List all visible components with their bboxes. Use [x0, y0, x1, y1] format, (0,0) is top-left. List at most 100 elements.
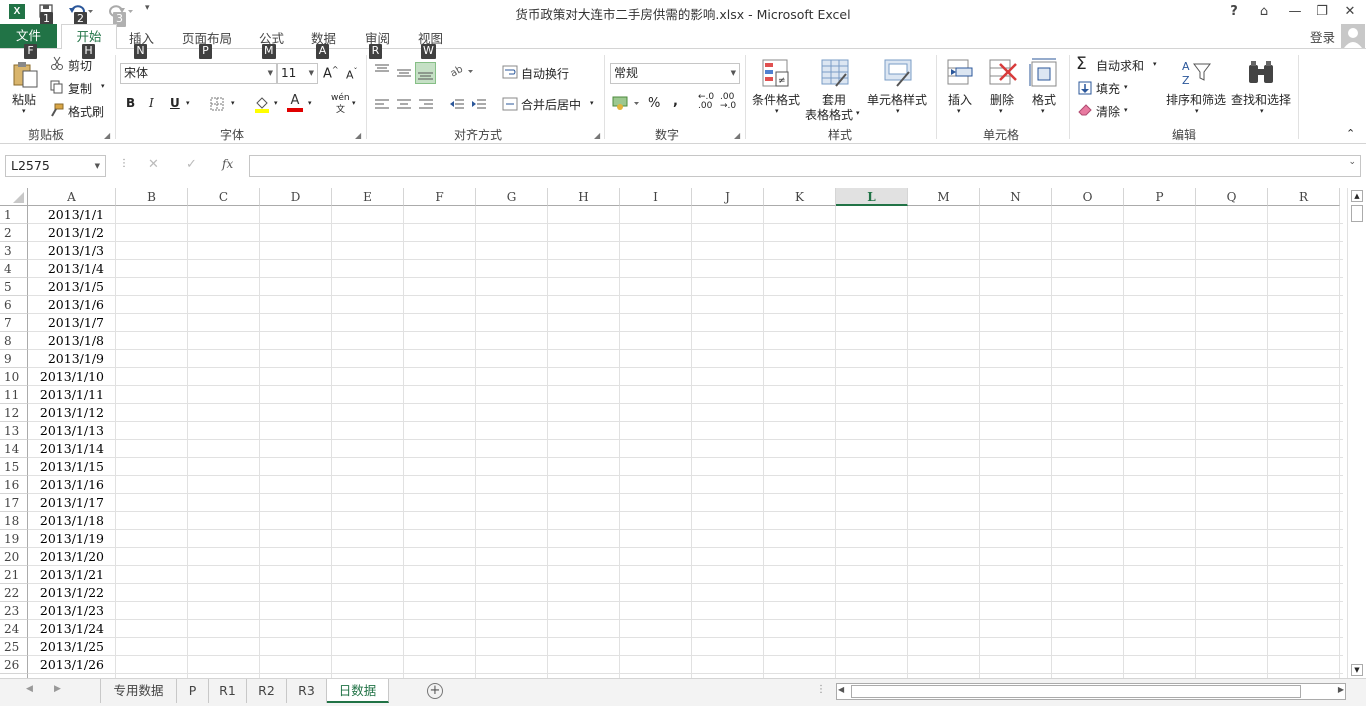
cell-a[interactable]: 2013/1/9 [28, 350, 116, 368]
row-header[interactable]: 7 [0, 314, 28, 332]
clipboard-launcher-icon[interactable]: ◢ [104, 131, 110, 140]
insert-cells-dropdown-icon[interactable]: ▾ [957, 107, 961, 115]
expand-formula-bar-icon[interactable]: ⌄ [1348, 157, 1356, 167]
cell-a[interactable]: 2013/1/26 [28, 656, 116, 674]
help-button[interactable]: ? [1220, 2, 1248, 22]
copy-dropdown-icon[interactable]: ▾ [101, 82, 105, 90]
format-as-table-dropdown-icon[interactable]: ▾ [856, 109, 860, 117]
customize-qat-icon[interactable]: ▾ [145, 3, 155, 21]
cut-button[interactable]: 剪切 [68, 57, 92, 74]
hscroll-thumb[interactable] [851, 685, 1301, 698]
cell-a[interactable]: 2013/1/22 [28, 584, 116, 602]
cell-a[interactable]: 2013/1/15 [28, 458, 116, 476]
cell-a[interactable]: 2013/1/5 [28, 278, 116, 296]
shrink-font-button[interactable]: Aˇ [346, 67, 358, 82]
sheet-tab[interactable]: 专用数据 [101, 679, 177, 703]
sheet-tab[interactable]: R2 [247, 679, 287, 703]
ribbon-display-button[interactable]: ⌂ [1250, 2, 1278, 22]
column-header-f[interactable]: F [404, 188, 476, 206]
accounting-format-icon[interactable] [612, 95, 642, 111]
formula-input[interactable]: ⌄ [249, 155, 1361, 177]
cell-a[interactable]: 2013/1/21 [28, 566, 116, 584]
row-header[interactable]: 14 [0, 440, 28, 458]
underline-dropdown-icon[interactable]: ▾ [186, 99, 190, 107]
orientation-icon[interactable]: ab [449, 63, 475, 80]
autosum-button[interactable]: 自动求和 [1096, 57, 1144, 74]
sort-filter-button[interactable]: 排序和筛选 [1166, 91, 1226, 108]
grow-font-button[interactable]: A^ [323, 65, 339, 81]
fill-color-dropdown-icon[interactable]: ▾ [274, 99, 278, 107]
format-cells-button[interactable]: 格式 [1032, 91, 1056, 108]
number-launcher-icon[interactable]: ◢ [734, 131, 740, 140]
fill-button[interactable]: 填充 [1096, 80, 1120, 97]
decrease-indent-icon[interactable] [449, 97, 465, 111]
chevron-down-icon[interactable]: ▼ [95, 156, 100, 176]
row-header[interactable]: 20 [0, 548, 28, 566]
cell-a[interactable]: 2013/1/3 [28, 242, 116, 260]
align-top-icon[interactable] [374, 63, 390, 77]
row-header[interactable]: 4 [0, 260, 28, 278]
cell-a[interactable]: 2013/1/17 [28, 494, 116, 512]
row-header[interactable]: 16 [0, 476, 28, 494]
autosum-dropdown-icon[interactable]: ▾ [1153, 60, 1157, 68]
cell-a[interactable]: 2013/1/10 [28, 368, 116, 386]
cell-a[interactable]: 2013/1/25 [28, 638, 116, 656]
column-header-e[interactable]: E [332, 188, 404, 206]
row-header[interactable]: 1 [0, 206, 28, 224]
column-header-j[interactable]: J [692, 188, 764, 206]
confirm-entry-button[interactable]: ✓ [186, 157, 197, 172]
sheet-tab[interactable]: R3 [287, 679, 327, 703]
column-header-o[interactable]: O [1052, 188, 1124, 206]
row-header[interactable]: 22 [0, 584, 28, 602]
column-header-l[interactable]: L [836, 188, 908, 206]
find-select-dropdown-icon[interactable]: ▾ [1260, 107, 1264, 115]
scroll-left-icon[interactable]: ◀ [838, 685, 844, 694]
cell-a[interactable]: 2013/1/7 [28, 314, 116, 332]
font-launcher-icon[interactable]: ◢ [355, 131, 361, 140]
scroll-right-icon[interactable]: ▶ [1338, 685, 1344, 694]
font-color-dropdown-icon[interactable]: ▾ [308, 99, 312, 107]
cell-styles-button[interactable]: 单元格样式 [867, 91, 927, 108]
merge-center-button[interactable]: 合并后居中 [521, 96, 581, 113]
font-name-combo[interactable]: 宋体 ▼ [120, 63, 277, 84]
paste-button[interactable]: 粘贴 [12, 91, 36, 108]
cell-styles-dropdown-icon[interactable]: ▾ [896, 107, 900, 115]
paste-icon[interactable] [10, 59, 40, 89]
copy-button[interactable]: 复制 [68, 80, 92, 97]
cell-a[interactable]: 2013/1/11 [28, 386, 116, 404]
cell-a[interactable]: 2013/1/1 [28, 206, 116, 224]
conditional-dropdown-icon[interactable]: ▾ [775, 107, 779, 115]
font-color-icon[interactable]: A [287, 94, 303, 113]
row-header[interactable]: 9 [0, 350, 28, 368]
comma-button[interactable]: , [673, 94, 678, 109]
bold-button[interactable]: B [126, 96, 135, 110]
column-header-m[interactable]: M [908, 188, 980, 206]
row-header[interactable]: 2 [0, 224, 28, 242]
column-header-k[interactable]: K [764, 188, 836, 206]
align-bottom-icon[interactable] [415, 62, 436, 84]
row-header[interactable]: 21 [0, 566, 28, 584]
align-left-icon[interactable] [374, 97, 390, 111]
cell-a[interactable]: 2013/1/20 [28, 548, 116, 566]
column-header-c[interactable]: C [188, 188, 260, 206]
sheet-scroll-right-icon[interactable]: ▶ [54, 684, 61, 694]
row-header[interactable]: 8 [0, 332, 28, 350]
row-header[interactable]: 19 [0, 530, 28, 548]
column-header-q[interactable]: Q [1196, 188, 1268, 206]
restore-button[interactable]: ❐ [1308, 2, 1336, 22]
select-all-corner[interactable] [0, 188, 28, 206]
scroll-up-icon[interactable]: ▲ [1351, 190, 1363, 202]
row-header[interactable]: 11 [0, 386, 28, 404]
phonetic-dropdown-icon[interactable]: ▾ [352, 99, 356, 107]
column-header-b[interactable]: B [116, 188, 188, 206]
column-header-a[interactable]: A [28, 188, 116, 206]
cell-a[interactable]: 2013/1/16 [28, 476, 116, 494]
paste-dropdown-icon[interactable]: ▾ [22, 107, 26, 115]
conditional-format-button[interactable]: 条件格式 [752, 91, 800, 108]
row-header[interactable]: 25 [0, 638, 28, 656]
cell-a[interactable]: 2013/1/23 [28, 602, 116, 620]
formula-bar-grip-icon[interactable]: ⋮ [119, 158, 129, 169]
number-format-combo[interactable]: 常规 ▼ [610, 63, 740, 84]
cell-a[interactable]: 2013/1/2 [28, 224, 116, 242]
sheet-scroll-left-icon[interactable]: ◀ [26, 684, 33, 694]
